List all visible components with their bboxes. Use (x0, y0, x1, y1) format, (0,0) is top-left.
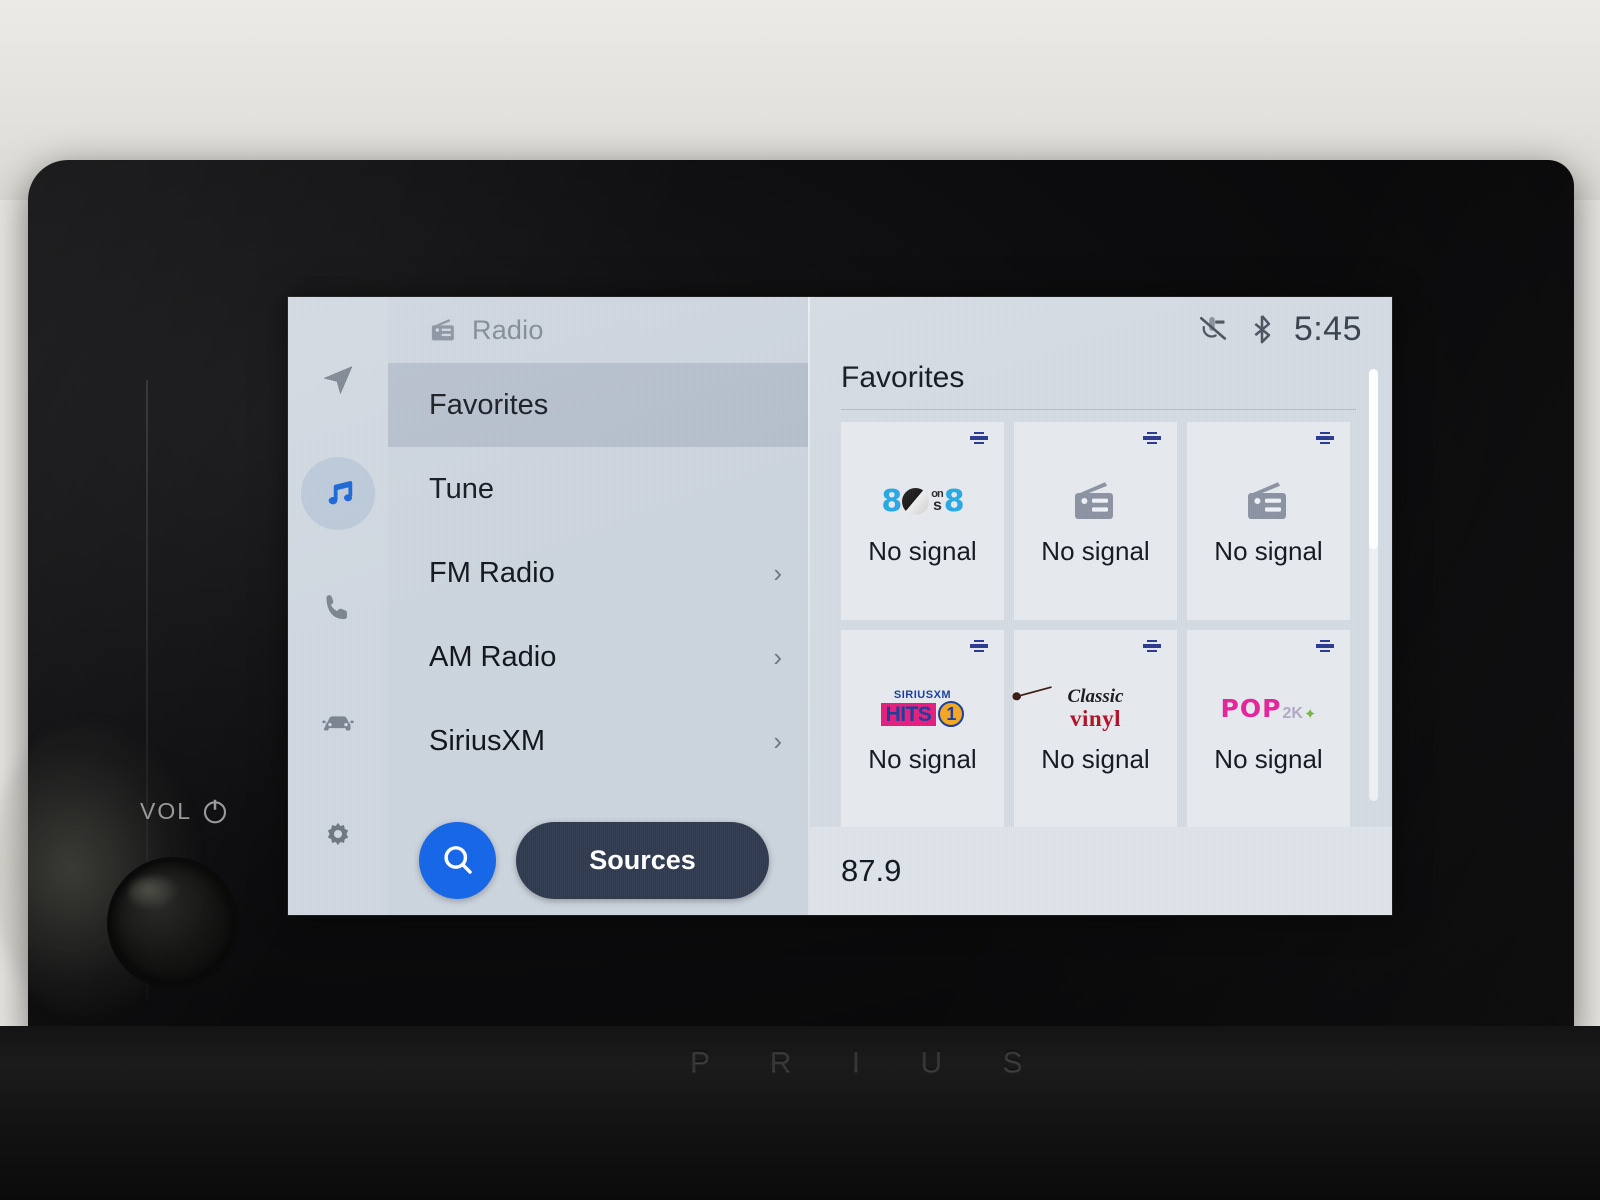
station-logo: 8 on s 8 (881, 474, 964, 528)
favorites-grid[interactable]: 8 on s 8 No signal No signal No signal S… (810, 410, 1392, 827)
status-bar-clock: 5:45 (1293, 309, 1362, 348)
chevron-right-icon: › (773, 642, 782, 672)
sidebar-item-phone[interactable] (301, 572, 375, 644)
chevron-right-icon: › (773, 726, 782, 756)
gear-icon (327, 822, 349, 845)
search-button[interactable] (419, 821, 496, 899)
favorites-scrollbar-thumb[interactable] (1369, 369, 1378, 549)
tile-status: No signal (1214, 536, 1323, 567)
microphone-mute-icon (1199, 316, 1226, 340)
status-bar: 5:45 (810, 297, 1392, 361)
bluetooth-icon (1254, 315, 1271, 344)
favorites-scrollbar[interactable] (1369, 369, 1378, 801)
menu-item-label: Favorites (429, 388, 549, 421)
siriusxm-badge-icon (1143, 432, 1161, 444)
menu-item-tune[interactable]: Tune (388, 447, 808, 531)
app-rail[interactable] (288, 297, 388, 915)
siriusxm-badge-icon (1316, 639, 1334, 652)
source-menu[interactable]: Favorites Tune FM Radio › AM Radio › Sir… (388, 363, 808, 805)
station-logo (1070, 474, 1122, 528)
pop2k-logo: POP 2K ✦ (1220, 694, 1317, 724)
classic-vinyl-logo: Classic vinyl (1012, 686, 1123, 731)
menu-item-favorites[interactable]: Favorites (388, 363, 808, 447)
sources-button[interactable]: Sources (516, 821, 769, 899)
sidebar-item-settings[interactable] (301, 801, 375, 873)
volume-label-group: VOL (140, 796, 230, 826)
favorite-tile[interactable]: 8 on s 8 No signal (841, 422, 1004, 620)
menu-item-label: AM Radio (429, 640, 557, 673)
tile-status: No signal (868, 536, 977, 567)
photo-scene: VOL Radio Favorites Tune FM Radio › AM R… (0, 0, 1600, 1200)
radio-icon (431, 319, 454, 341)
frequency-bar: 87.9 (810, 827, 1392, 915)
menu-item-siriusxm[interactable]: SiriusXM › (388, 699, 808, 783)
volume-knob-highlight (128, 876, 180, 910)
music-note-icon (328, 480, 353, 504)
model-badge: P R I U S (690, 1046, 1049, 1079)
station-logo (1243, 474, 1295, 528)
generic-radio-logo (1074, 482, 1113, 520)
tile-status: No signal (868, 743, 977, 774)
favorite-tile[interactable]: SIRIUSXM HITS 1 No signal (841, 629, 1004, 827)
siriusxm-badge-icon (1143, 639, 1161, 652)
source-list-panel[interactable]: Radio Favorites Tune FM Radio › AM Radio (388, 297, 808, 915)
tile-status: No signal (1214, 743, 1323, 774)
sidebar-item-media[interactable] (301, 457, 375, 530)
infotainment-screen[interactable]: Radio Favorites Tune FM Radio › AM Radio (288, 297, 1392, 915)
favorite-tile[interactable]: Classic vinyl No signal (1012, 629, 1177, 827)
sources-button-label: Sources (589, 844, 696, 875)
list-header-title: Radio (472, 314, 544, 345)
menu-item-am-radio[interactable]: AM Radio › (388, 615, 808, 699)
navigation-arrow-icon (323, 366, 353, 395)
generic-radio-logo (1247, 482, 1286, 520)
menu-item-label: Tune (429, 472, 495, 505)
volume-knob[interactable] (103, 853, 243, 993)
search-icon (443, 846, 472, 874)
80s-on-8-logo: 8 on s 8 (881, 483, 964, 519)
guitar-icon (1012, 686, 1052, 701)
favorite-tile[interactable]: No signal (1014, 422, 1177, 620)
current-frequency: 87.9 (841, 853, 902, 888)
station-logo: POP 2K ✦ (1221, 682, 1317, 736)
volume-label-text: VOL (140, 797, 193, 824)
tile-status: No signal (1041, 743, 1150, 774)
favorite-tile[interactable]: POP 2K ✦ No signal (1187, 629, 1350, 827)
list-action-bar[interactable]: Sources (388, 805, 808, 915)
favorite-tile[interactable]: No signal (1187, 422, 1350, 620)
siriusxm-hits-1-logo: SIRIUSXM HITS 1 (880, 690, 965, 728)
station-logo: Classic vinyl (1012, 682, 1123, 736)
tile-status: No signal (1041, 536, 1150, 567)
power-icon (203, 799, 227, 824)
chevron-right-icon: › (773, 558, 782, 588)
station-logo: SIRIUSXM HITS 1 (880, 682, 965, 736)
menu-item-label: FM Radio (429, 556, 555, 589)
menu-item-fm-radio[interactable]: FM Radio › (388, 531, 808, 615)
car-icon (322, 716, 354, 731)
siriusxm-badge-icon (1316, 432, 1334, 444)
menu-item-label: SiriusXM (429, 724, 546, 757)
siriusxm-badge-icon (970, 639, 988, 652)
sidebar-item-vehicle[interactable] (301, 686, 375, 758)
phone-icon (326, 595, 347, 620)
list-header: Radio (388, 297, 808, 363)
siriusxm-badge-icon (970, 432, 988, 444)
sidebar-item-navigation[interactable] (301, 343, 375, 415)
favorites-title: Favorites (841, 361, 965, 394)
favorites-panel[interactable]: 5:45 Favorites 8 on s 8 No signal No sig… (810, 297, 1392, 915)
